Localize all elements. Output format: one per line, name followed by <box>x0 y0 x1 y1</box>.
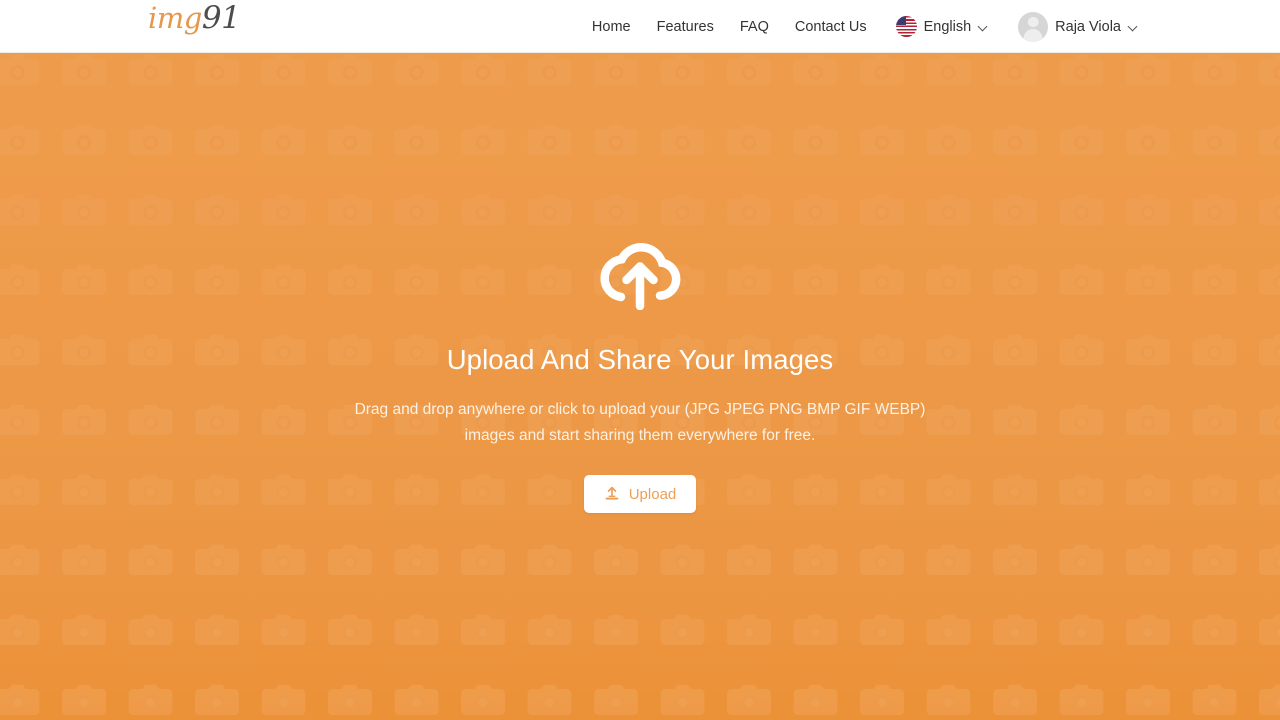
language-label: English <box>923 18 972 35</box>
user-menu[interactable]: Raja Viola <box>1012 11 1144 42</box>
us-flag-icon <box>895 16 917 37</box>
nav-link-features[interactable]: Features <box>644 19 727 35</box>
avatar-placeholder-icon <box>1018 11 1049 42</box>
site-logo[interactable]: img91 <box>148 0 241 36</box>
site-header: img91 Home Features FAQ Contact Us Engli… <box>0 0 1280 53</box>
hero-subtitle-line-1: Drag and drop anywhere or click to uploa… <box>354 401 926 418</box>
upload-button[interactable]: Upload <box>583 475 697 513</box>
nav-link-home[interactable]: Home <box>579 19 644 35</box>
user-name-label: Raja Viola <box>1055 18 1121 35</box>
upload-dropzone[interactable]: Upload And Share Your Images Drag and dr… <box>0 53 1280 720</box>
main-navigation: Home Features FAQ Contact Us English Raj… <box>579 0 1144 53</box>
cloud-upload-icon <box>600 243 681 310</box>
nav-link-faq[interactable]: FAQ <box>727 19 782 35</box>
hero-subtitle: Drag and drop anywhere or click to uploa… <box>340 397 940 449</box>
logo-text-secondary: 91 <box>201 0 241 36</box>
hero-subtitle-line-2: images and start sharing them everywhere… <box>464 427 816 444</box>
upload-arrow-icon <box>605 486 619 500</box>
logo-text-primary: img <box>148 1 202 35</box>
upload-button-label: Upload <box>628 485 677 503</box>
language-selector[interactable]: English <box>890 16 995 37</box>
chevron-down-icon <box>1129 22 1138 31</box>
page-root: img91 Home Features FAQ Contact Us Engli… <box>0 0 1280 720</box>
hero-content: Upload And Share Your Images Drag and dr… <box>0 234 1280 513</box>
page-title: Upload And Share Your Images <box>446 344 834 375</box>
chevron-down-icon <box>979 22 988 31</box>
nav-link-contact-us[interactable]: Contact Us <box>782 19 880 35</box>
